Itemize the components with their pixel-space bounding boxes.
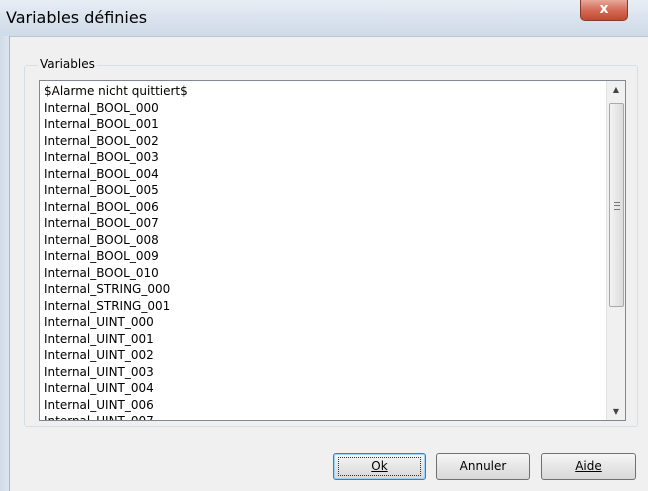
list-item[interactable]: Internal_BOOL_010 <box>44 265 605 282</box>
list-item[interactable]: Internal_BOOL_007 <box>44 215 605 232</box>
list-item[interactable]: Internal_BOOL_002 <box>44 133 605 150</box>
close-icon: x <box>599 1 609 17</box>
list-item[interactable]: Internal_BOOL_009 <box>44 248 605 265</box>
list-item[interactable]: Internal_STRING_000 <box>44 281 605 298</box>
list-item[interactable]: Internal_BOOL_004 <box>44 166 605 183</box>
list-item[interactable]: Internal_UINT_000 <box>44 314 605 331</box>
help-button-label: Aide <box>575 459 602 473</box>
help-button[interactable]: Aide <box>541 453 636 480</box>
list-item[interactable]: Internal_BOOL_008 <box>44 232 605 249</box>
window-frame-left <box>0 36 10 491</box>
list-item[interactable]: Internal_UINT_002 <box>44 347 605 364</box>
variables-listbox[interactable]: $Alarme nicht quittiert$ Internal_BOOL_00… <box>39 80 626 421</box>
list-item[interactable]: Internal_BOOL_005 <box>44 182 605 199</box>
list-item[interactable]: Internal_STRING_001 <box>44 298 605 315</box>
list-item[interactable]: Internal_UINT_007 <box>44 413 605 420</box>
variables-list: $Alarme nicht quittiert$ Internal_BOOL_00… <box>44 83 605 420</box>
cancel-button-label: Annuler <box>459 459 507 473</box>
list-item[interactable]: $Alarme nicht quittiert$ <box>44 83 605 100</box>
list-item[interactable]: Internal_UINT_001 <box>44 331 605 348</box>
ok-button[interactable]: Ok <box>333 453 426 480</box>
close-button[interactable]: x <box>580 0 628 21</box>
scrollbar-thumb[interactable] <box>609 103 624 307</box>
list-item[interactable]: Internal_BOOL_006 <box>44 199 605 216</box>
scroll-up-icon[interactable]: ▲ <box>607 81 625 98</box>
focus-rectangle <box>338 457 421 476</box>
list-item[interactable]: Internal_UINT_003 <box>44 364 605 381</box>
cancel-button[interactable]: Annuler <box>436 453 530 480</box>
list-item[interactable]: Internal_BOOL_001 <box>44 116 605 133</box>
list-item[interactable]: Internal_UINT_006 <box>44 397 605 414</box>
variables-group-label: Variables <box>38 57 97 71</box>
title-bar: Variables définies x <box>0 0 648 37</box>
list-item[interactable]: Internal_BOOL_003 <box>44 149 605 166</box>
scroll-down-icon[interactable]: ▼ <box>607 403 625 420</box>
vertical-scrollbar[interactable]: ▲ ▼ <box>606 81 625 420</box>
list-item[interactable]: Internal_UINT_004 <box>44 380 605 397</box>
window-title: Variables définies <box>6 8 148 27</box>
grip-icon <box>614 202 620 210</box>
list-item[interactable]: Internal_BOOL_000 <box>44 100 605 117</box>
